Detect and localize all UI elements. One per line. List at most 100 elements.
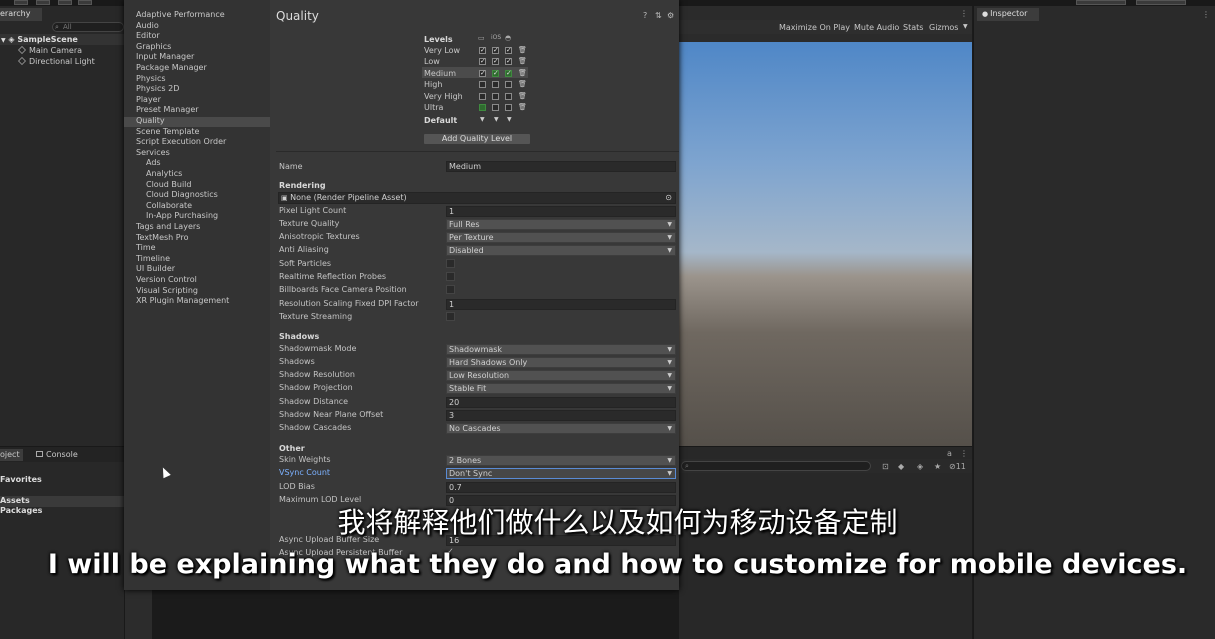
hierarchy-item-main-camera[interactable]: Main Camera [0,45,124,56]
platform-level-checkbox[interactable] [492,93,499,100]
toolbar-button[interactable] [58,0,72,5]
sidebar-item-cloud-build[interactable]: Cloud Build [146,180,191,190]
sidebar-item-ads[interactable]: Ads [146,158,161,168]
filter-icon[interactable]: ⊡ [882,462,889,471]
anti-aliasing-dropdown[interactable]: Disabled ▼ [446,245,676,256]
platform-level-checkbox[interactable]: ✓ [492,58,499,65]
sidebar-item-xr-plugin-management[interactable]: XR Plugin Management [136,296,229,306]
sidebar-item-player[interactable]: Player [136,95,161,105]
hierarchy-item-directional-light[interactable]: Directional Light [0,56,124,67]
help-icon[interactable]: ? [643,12,650,20]
platform-level-checkbox[interactable] [479,81,486,88]
toolbar-button[interactable] [1076,0,1126,5]
sidebar-item-services[interactable]: Services [136,148,170,158]
sidebar-item-scene-template[interactable]: Scene Template [136,127,199,137]
toolbar-button[interactable] [36,0,50,5]
shadow-distance-input[interactable]: 20 [446,397,676,408]
scene-row[interactable]: ▼ ◈ SampleScene [0,34,124,45]
hierarchy-search-input[interactable]: ⌕ All [52,22,124,32]
toolbar-button[interactable] [78,0,92,5]
console-search-input[interactable]: ⌕ [681,461,871,471]
gizmos-dropdown-icon[interactable]: ▼ [963,23,968,30]
sidebar-item-package-manager[interactable]: Package Manager [136,63,207,73]
platform-level-checkbox[interactable] [479,93,486,100]
shadow-cascades-dropdown[interactable]: No Cascades ▼ [446,423,676,434]
delete-level-trash-icon[interactable]: 🗑 [518,92,527,100]
mute-audio-toggle[interactable]: Mute Audio [854,23,899,32]
delete-level-trash-icon[interactable]: 🗑 [518,80,527,88]
add-quality-level-button[interactable]: Add Quality Level [424,134,530,144]
visibility-icon[interactable]: ⊘11 [949,462,966,471]
platform-level-checkbox[interactable]: ✓ [492,70,499,77]
platform-level-checkbox[interactable] [479,104,486,111]
sidebar-item-time[interactable]: Time [136,243,156,253]
star-icon[interactable]: ★ [934,462,941,471]
tab-console[interactable]: Console [36,450,78,459]
sidebar-item-script-execution-order[interactable]: Script Execution Order [136,137,226,147]
sidebar-item-physics[interactable]: Physics [136,74,166,84]
sidebar-item-visual-scripting[interactable]: Visual Scripting [136,286,198,296]
name-input[interactable]: Medium [446,161,676,172]
more-options-icon[interactable]: ⋮ [1202,10,1210,19]
toolbar-button[interactable] [1136,0,1186,5]
more-options-icon[interactable]: ⋮ [960,449,968,458]
billboards-toggle[interactable] [446,285,455,294]
sidebar-item-in-app-purchasing[interactable]: In-App Purchasing [146,211,218,221]
sidebar-item-tags-and-layers[interactable]: Tags and Layers [136,222,200,232]
realtime-reflection-toggle[interactable] [446,272,455,281]
type-filter-icon[interactable]: ◆ [898,462,904,471]
lod-bias-input[interactable]: 0.7 [446,482,676,493]
quality-level-name[interactable]: High [424,79,442,90]
texture-streaming-toggle[interactable] [446,312,455,321]
sidebar-item-physics-2d[interactable]: Physics 2D [136,84,179,94]
more-options-icon[interactable]: ⋮ [960,9,968,18]
platform-level-checkbox[interactable] [492,104,499,111]
default-ios-dropdown[interactable]: ▼ [494,116,499,123]
sidebar-item-version-control[interactable]: Version Control [136,275,197,285]
preset-icon[interactable]: ⇅ [655,12,662,20]
sidebar-item-preset-manager[interactable]: Preset Manager [136,105,199,115]
object-picker-icon[interactable]: ⊙ [665,193,672,203]
platform-level-checkbox[interactable]: ✓ [492,47,499,54]
quality-level-name[interactable]: Very Low [424,45,460,56]
sidebar-item-adaptive-performance[interactable]: Adaptive Performance [136,10,225,20]
sidebar-item-input-manager[interactable]: Input Manager [136,52,194,62]
shadows-dropdown[interactable]: Hard Shadows Only ▼ [446,357,676,368]
soft-particles-toggle[interactable] [446,259,455,268]
platform-level-checkbox[interactable] [505,104,512,111]
sidebar-item-timeline[interactable]: Timeline [136,254,170,264]
shadow-projection-dropdown[interactable]: Stable Fit ▼ [446,383,676,394]
favorites-folder[interactable]: Favorites [0,475,42,484]
sidebar-item-textmesh-pro[interactable]: TextMesh Pro [136,233,188,243]
default-desktop-dropdown[interactable]: ▼ [480,116,485,123]
platform-level-checkbox[interactable] [492,81,499,88]
sidebar-item-quality[interactable]: Quality [136,116,165,126]
expand-arrow-icon[interactable]: ▼ [1,37,6,44]
settings-gear-icon[interactable]: ⚙ [667,12,674,20]
sidebar-item-audio[interactable]: Audio [136,21,159,31]
quality-level-name[interactable]: Very High [424,91,463,102]
label-icon[interactable]: ◈ [917,462,923,471]
gizmos-toggle[interactable]: Gizmos [929,23,958,32]
stats-toggle[interactable]: Stats [903,23,923,32]
hierarchy-tab[interactable]: erarchy [0,8,42,21]
delete-level-trash-icon[interactable]: 🗑 [518,103,527,111]
shadowmask-mode-dropdown[interactable]: Shadowmask ▼ [446,344,676,355]
vsync-dropdown[interactable]: Don't Sync ▼ [446,468,676,479]
skin-weights-dropdown[interactable]: 2 Bones ▼ [446,455,676,466]
pixel-light-count-input[interactable]: 1 [446,206,676,217]
delete-level-trash-icon[interactable]: 🗑 [518,69,527,77]
platform-level-checkbox[interactable]: ✓ [479,47,486,54]
delete-level-trash-icon[interactable]: 🗑 [518,46,527,54]
platform-level-checkbox[interactable]: ✓ [479,70,486,77]
sidebar-item-analytics[interactable]: Analytics [146,169,182,179]
quality-level-name[interactable]: Medium [424,68,456,79]
tab-project[interactable]: oject [0,449,23,461]
lock-icon[interactable]: a [947,449,952,458]
delete-level-trash-icon[interactable]: 🗑 [518,57,527,65]
platform-level-checkbox[interactable]: ✓ [505,47,512,54]
sidebar-item-cloud-diagnostics[interactable]: Cloud Diagnostics [146,190,218,200]
maximize-on-play-toggle[interactable]: Maximize On Play [779,23,850,32]
shadow-resolution-dropdown[interactable]: Low Resolution ▼ [446,370,676,381]
platform-level-checkbox[interactable] [505,81,512,88]
